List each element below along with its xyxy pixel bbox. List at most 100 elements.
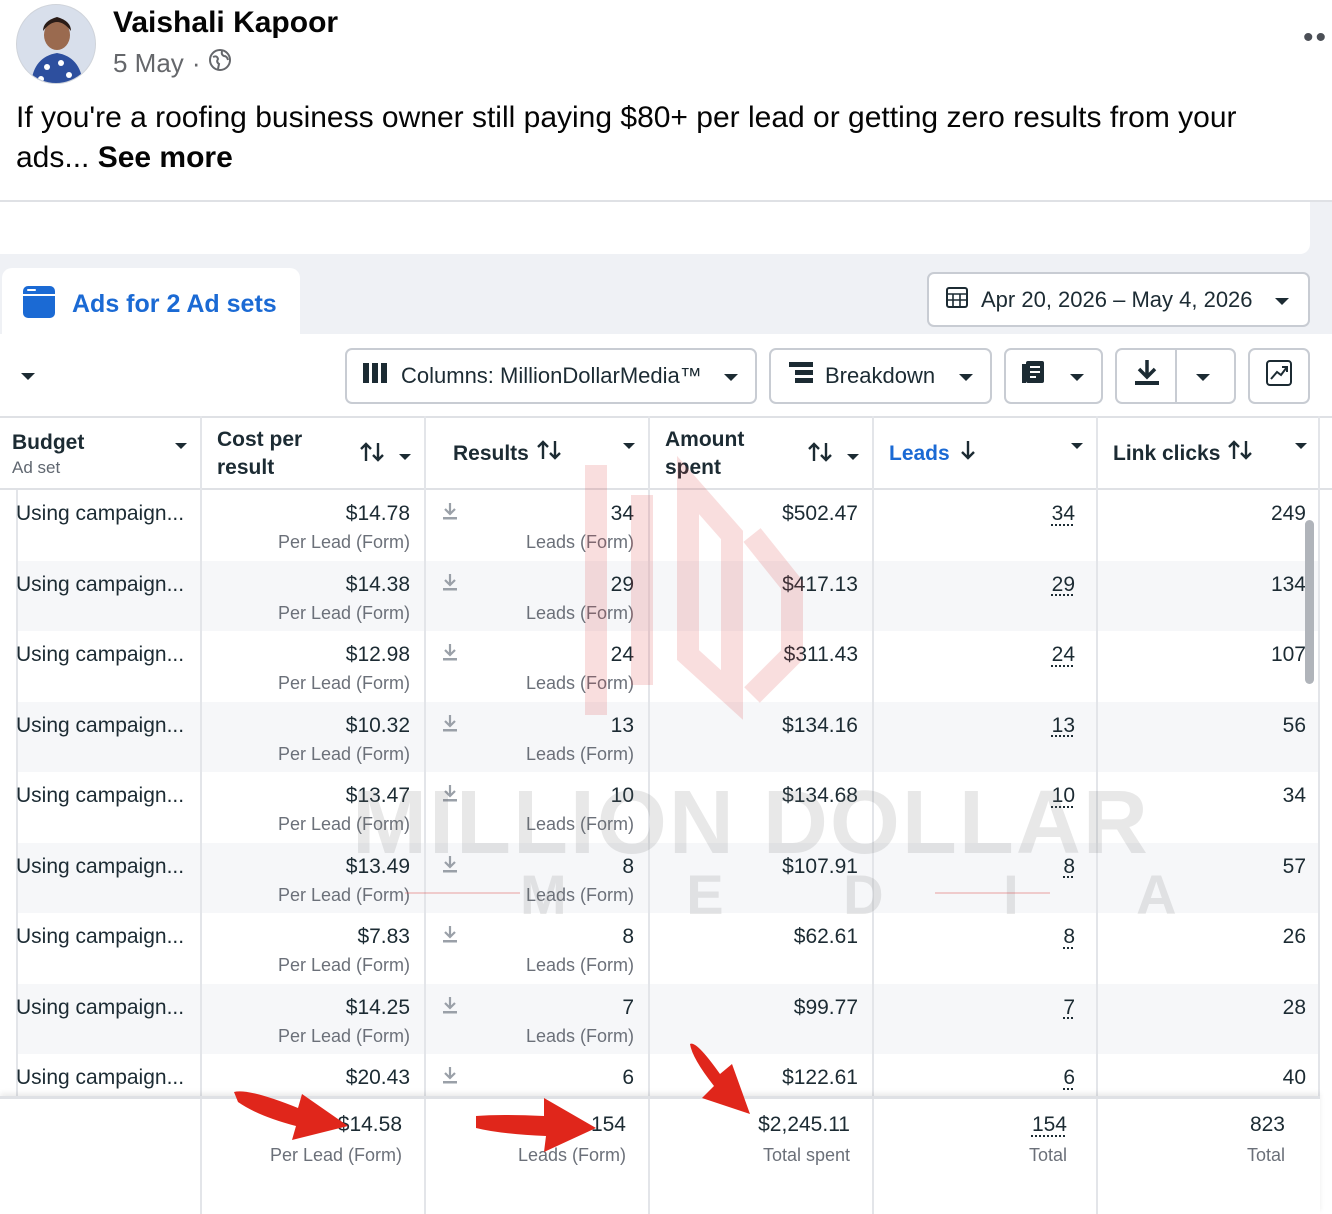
row-budget[interactable]: Using campaign... [16,784,184,808]
row-results: 29 [610,572,634,596]
chevron-down-icon[interactable] [622,442,636,451]
trend-button[interactable] [1248,348,1310,404]
chevron-down-icon[interactable] [20,369,36,387]
arrow-down-icon[interactable] [960,440,976,468]
reports-button[interactable] [1004,348,1103,404]
sort-icon[interactable] [1228,440,1253,468]
breakdown-button[interactable]: Breakdown [769,348,992,404]
col-header-budget[interactable]: Budget Ad set [0,418,200,490]
avatar-photo [17,5,95,83]
table-row[interactable]: Using campaign... $13.49 Per Lead (Form) 8 L… [0,842,1320,913]
chevron-down-icon [958,363,974,389]
top-card [0,202,1310,254]
row-leads[interactable]: 29 [1052,573,1075,597]
download-icon[interactable] [442,996,458,1019]
table-row[interactable]: Using campaign... $14.38 Per Lead (Form) 29… [0,560,1320,631]
table-row[interactable]: Using campaign... $12.98 Per Lead (Form) 24… [0,631,1320,702]
row-results-sub: Leads (Form) [525,884,634,905]
row-link-clicks: 134 [1270,572,1306,596]
tab-ads[interactable]: Ads for 2 Ad sets [2,268,300,340]
row-leads[interactable]: 7 [1063,996,1075,1020]
breakdown-icon [789,362,813,390]
columns-button[interactable]: Columns: MillionDollarMedia™ [345,348,757,404]
download-icon[interactable] [442,573,458,596]
row-budget[interactable]: Using campaign... [16,643,184,667]
row-cost-per-result-sub: Per Lead (Form) [277,955,410,975]
col-header-cost-per-result[interactable]: Cost per result [202,418,424,490]
col-header-link-clicks[interactable]: Link clicks [1098,418,1320,490]
row-leads[interactable]: 34 [1052,502,1075,526]
table-row[interactable]: Using campaign... $7.83 Per Lead (Form) 8 Le… [0,913,1320,984]
row-link-clicks: 56 [1282,713,1306,737]
vertical-scrollbar[interactable] [1305,520,1314,684]
total-cost-per-result-sub: Per Lead (Form) [269,1145,402,1165]
row-results-sub: Leads (Form) [525,955,634,975]
ads-manager-screenshot: Ads for 2 Ad sets Apr 20, 2026 – May 4, … [0,202,1332,1214]
row-budget[interactable]: Using campaign... [16,573,184,597]
row-leads[interactable]: 6 [1063,1066,1075,1090]
column-divider [200,1099,202,1214]
author-name[interactable]: Vaishali Kapoor [113,6,338,40]
column-divider [648,1099,650,1214]
row-budget[interactable]: Using campaign... [16,502,184,526]
row-cost-per-result-sub: Per Lead (Form) [277,743,410,764]
row-results: 8 [622,854,634,878]
row-budget[interactable]: Using campaign... [16,996,184,1020]
download-icon[interactable] [442,925,458,948]
col-header-amount-spent[interactable]: Amount spent [650,418,872,490]
download-icon[interactable] [442,643,458,666]
chevron-down-icon[interactable] [398,442,412,470]
chevron-down-icon[interactable] [1195,363,1211,389]
row-results: 10 [610,784,634,807]
date-range-picker[interactable]: Apr 20, 2026 – May 4, 2026 [927,272,1310,327]
chevron-down-icon[interactable] [1294,442,1308,451]
chevron-down-icon[interactable] [174,442,188,451]
row-results: 24 [610,643,634,666]
col-header-budget-label: Budget [12,431,85,454]
sort-icon[interactable] [360,442,384,470]
author-avatar[interactable] [16,4,96,84]
row-link-clicks: 249 [1270,502,1306,525]
row-amount-spent: $99.77 [793,995,858,1019]
row-results-sub: Leads (Form) [525,743,634,764]
download-icon[interactable] [442,1066,458,1089]
column-divider [1096,1099,1098,1214]
row-link-clicks: 107 [1270,643,1306,666]
table-row[interactable]: Using campaign... $13.47 Per Lead (Form) 10… [0,772,1320,843]
see-more-link[interactable]: See more [98,141,233,174]
chevron-down-icon [1069,363,1085,389]
table-row[interactable]: Using campaign... $14.78 Per Lead (Form) 34… [0,490,1320,561]
chevron-down-icon [1274,287,1290,313]
row-leads[interactable]: 24 [1052,643,1075,667]
export-button[interactable] [1115,348,1236,404]
row-budget[interactable]: Using campaign... [16,855,184,879]
more-options-icon[interactable]: •• [1303,23,1328,53]
table-row[interactable]: Using campaign... $14.25 Per Lead (Form) 7 L… [0,983,1320,1054]
table-row[interactable]: Using campaign... $10.32 Per Lead (Form) 13… [0,701,1320,772]
row-link-clicks: 34 [1282,784,1306,807]
row-budget[interactable]: Using campaign... [16,925,184,949]
download-icon[interactable] [442,784,458,807]
row-budget[interactable]: Using campaign... [16,714,184,738]
sort-icon[interactable] [808,442,832,470]
row-leads[interactable]: 8 [1063,855,1075,879]
chevron-down-icon[interactable] [846,442,860,470]
download-icon[interactable] [442,502,458,525]
col-header-results[interactable]: Results [426,418,648,490]
row-leads[interactable]: 13 [1052,714,1075,738]
row-cost-per-result: $12.98 [345,643,410,666]
total-amount-spent-sub: Total spent [762,1145,850,1165]
chevron-down-icon[interactable] [1070,442,1084,451]
row-budget[interactable]: Using campaign... [16,1066,184,1090]
row-leads[interactable]: 10 [1052,784,1075,808]
post-date[interactable]: 5 May [113,48,184,79]
download-icon[interactable] [442,714,458,737]
col-header-leads[interactable]: Leads [874,418,1096,490]
sort-icon[interactable] [537,440,561,468]
row-leads[interactable]: 8 [1063,925,1075,949]
download-icon[interactable] [442,855,458,878]
row-amount-spent: $107.91 [782,854,858,878]
total-leads[interactable]: 154 [1032,1113,1067,1137]
breakdown-label: Breakdown [825,363,936,388]
row-amount-spent: $62.61 [793,925,858,948]
